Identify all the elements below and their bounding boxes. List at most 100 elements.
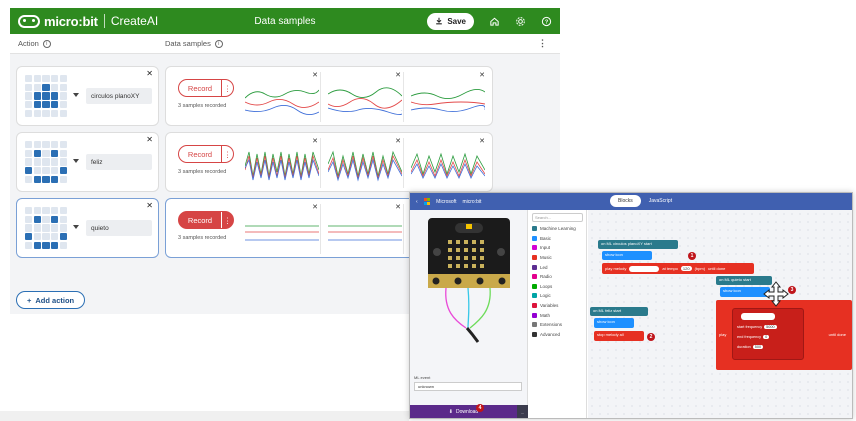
action-name-input[interactable]: quieto [86, 220, 152, 236]
led-off[interactable] [59, 241, 67, 249]
category-item[interactable]: Led [529, 262, 586, 272]
led-on[interactable] [51, 175, 59, 183]
led-on[interactable] [33, 149, 41, 157]
led-off[interactable] [42, 141, 50, 149]
led-icon-picker[interactable] [25, 141, 67, 183]
category-item[interactable]: Basic [529, 234, 586, 244]
led-off[interactable] [25, 207, 33, 215]
led-off[interactable] [25, 83, 33, 91]
led-off[interactable] [25, 149, 33, 157]
close-icon[interactable]: ✕ [395, 203, 401, 211]
led-off[interactable] [51, 207, 59, 215]
led-off[interactable] [51, 75, 59, 83]
led-off[interactable] [33, 233, 41, 241]
led-off[interactable] [59, 75, 67, 83]
led-off[interactable] [25, 109, 33, 117]
start-frequency-value[interactable]: 5000 [764, 325, 777, 329]
led-off[interactable] [33, 207, 41, 215]
info-icon[interactable]: i [42, 39, 51, 48]
led-on[interactable] [33, 215, 41, 223]
led-on[interactable] [33, 92, 41, 100]
led-on[interactable] [59, 167, 67, 175]
led-off[interactable] [51, 83, 59, 91]
led-on[interactable] [25, 167, 33, 175]
more-options-icon[interactable]: … [517, 405, 528, 418]
led-on[interactable] [42, 175, 50, 183]
led-off[interactable] [42, 224, 50, 232]
close-icon[interactable]: ✕ [395, 137, 401, 145]
action-name-input[interactable]: circulos planoXY [86, 88, 152, 104]
play-sound-block[interactable]: play until done start frequency 5000 end… [716, 300, 852, 370]
home-icon[interactable] [488, 15, 500, 27]
tempo-value[interactable]: 120 [680, 266, 692, 271]
help-icon[interactable]: ? [540, 15, 552, 27]
led-on[interactable] [59, 233, 67, 241]
led-off[interactable] [51, 167, 59, 175]
led-off[interactable] [42, 215, 50, 223]
led-on[interactable] [51, 101, 59, 109]
tab-javascript[interactable]: JavaScript [641, 195, 680, 207]
led-on[interactable] [25, 233, 33, 241]
sample-plot[interactable]: ✕ [243, 72, 321, 122]
record-button[interactable]: Record ⋮ [178, 145, 234, 163]
led-off[interactable] [33, 109, 41, 117]
sample-plot[interactable]: ✕ [243, 204, 321, 254]
led-off[interactable] [59, 207, 67, 215]
led-icon-picker[interactable] [25, 75, 67, 117]
led-off[interactable] [25, 158, 33, 166]
led-off[interactable] [51, 109, 59, 117]
led-on[interactable] [51, 215, 59, 223]
led-off[interactable] [33, 75, 41, 83]
category-item[interactable]: Logic [529, 291, 586, 301]
led-off[interactable] [33, 224, 41, 232]
led-off[interactable] [51, 141, 59, 149]
led-off[interactable] [33, 83, 41, 91]
led-off[interactable] [59, 92, 67, 100]
led-off[interactable] [25, 175, 33, 183]
led-on[interactable] [51, 241, 59, 249]
led-on[interactable] [33, 241, 41, 249]
category-item[interactable]: Extensions [529, 320, 586, 330]
close-icon[interactable]: ✕ [312, 203, 318, 211]
sample-plot[interactable]: ✕ [326, 138, 404, 188]
code-workspace[interactable]: on ML circulos planoXY start show icon p… [588, 210, 852, 418]
play-melody-block[interactable]: play melody at tempo 120 (bpm) until don… [602, 263, 754, 274]
led-off[interactable] [59, 141, 67, 149]
stop-melody-block[interactable]: stop melody all [594, 331, 644, 341]
end-frequency-value[interactable]: 0 [763, 335, 770, 339]
led-off[interactable] [59, 175, 67, 183]
led-off[interactable] [59, 158, 67, 166]
category-item[interactable]: Variables [529, 301, 586, 311]
led-on[interactable] [33, 101, 41, 109]
category-item[interactable]: Radio [529, 272, 586, 282]
led-off[interactable] [59, 215, 67, 223]
led-off[interactable] [59, 83, 67, 91]
led-off[interactable] [59, 101, 67, 109]
show-icon-block[interactable]: show icon [602, 251, 652, 260]
led-off[interactable] [25, 101, 33, 109]
more-options-icon[interactable]: ⋮ [221, 146, 233, 162]
led-off[interactable] [42, 167, 50, 175]
record-button[interactable]: Record ⋮ [178, 211, 234, 229]
led-off[interactable] [51, 224, 59, 232]
led-off[interactable] [25, 141, 33, 149]
category-item[interactable]: Music [529, 253, 586, 263]
led-on[interactable] [51, 149, 59, 157]
category-item[interactable]: Loops [529, 282, 586, 292]
add-action-button[interactable]: + Add action [16, 291, 86, 309]
chevron-down-icon[interactable] [73, 159, 79, 163]
close-icon[interactable]: ✕ [312, 137, 318, 145]
close-icon[interactable]: ✕ [146, 201, 153, 210]
led-on[interactable] [51, 92, 59, 100]
microbit-logo[interactable]: micro:bit [18, 14, 98, 29]
search-input[interactable]: Search... [532, 213, 583, 222]
led-off[interactable] [42, 149, 50, 157]
category-item[interactable]: Machine Learning [529, 224, 586, 234]
led-off[interactable] [33, 141, 41, 149]
waveform-picker[interactable] [741, 313, 775, 320]
close-icon[interactable]: ✕ [146, 135, 153, 144]
led-on[interactable] [42, 83, 50, 91]
sample-plot[interactable]: ✕ [326, 72, 404, 122]
led-off[interactable] [59, 149, 67, 157]
sound-expression[interactable]: start frequency 5000 end frequency 0 dur… [732, 308, 804, 360]
